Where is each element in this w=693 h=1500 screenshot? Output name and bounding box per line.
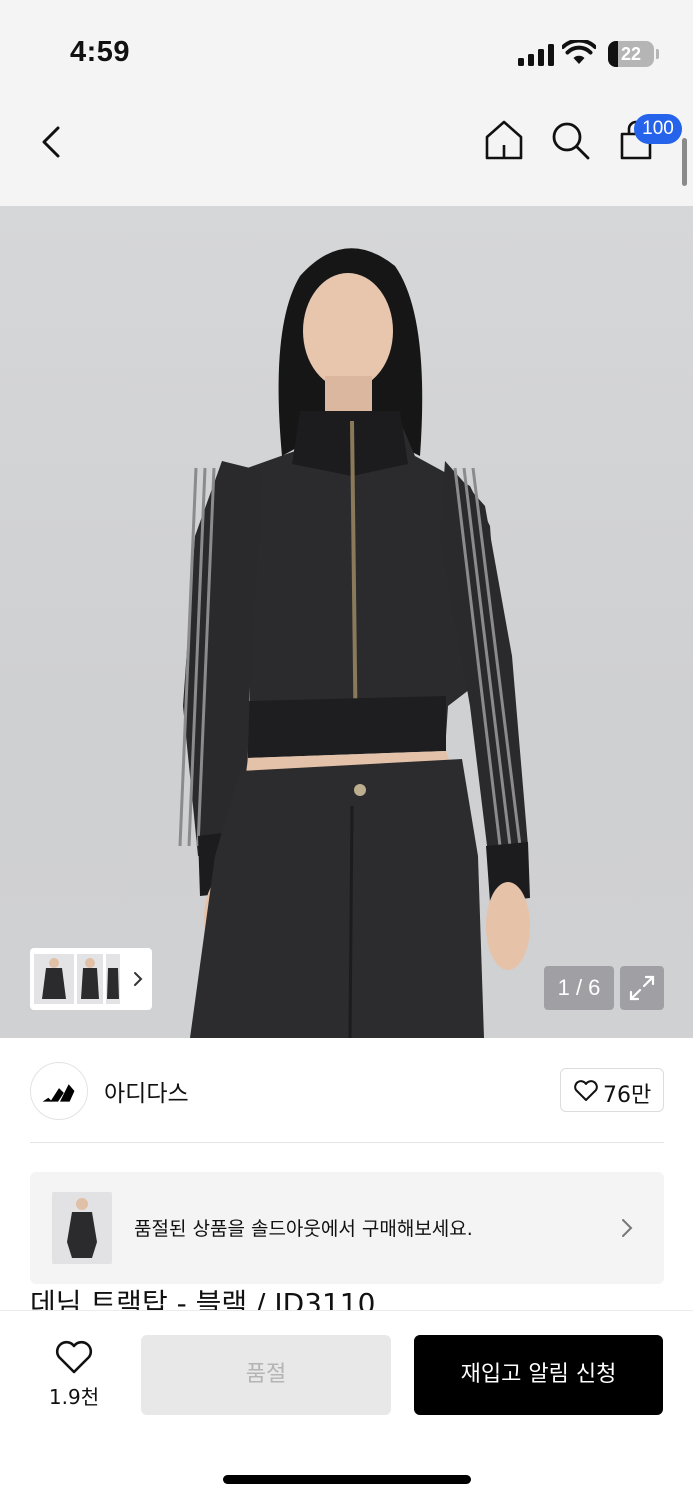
cellular-signal-icon (518, 44, 554, 66)
product-title: 데님 트랙탑 - 블랙 / JD3110 (30, 1287, 376, 1312)
home-button[interactable] (482, 118, 526, 162)
bottom-action-bar: 1.9천 품절 재입고 알림 신청 (0, 1310, 693, 1500)
home-indicator (223, 1475, 471, 1484)
status-bar: 4:59 22 (0, 0, 693, 100)
thumbnail-image[interactable] (34, 954, 74, 1004)
restock-alert-button[interactable]: 재입고 알림 신청 (414, 1335, 663, 1415)
status-time: 4:59 (70, 36, 131, 68)
soldout-banner[interactable]: 품절된 상품을 솔드아웃에서 구매해보세요. (30, 1172, 664, 1284)
back-button[interactable] (34, 120, 70, 164)
cart-count-badge: 100 (634, 114, 682, 144)
divider (30, 1142, 664, 1143)
brand-like-count: 76만 (603, 1083, 652, 1108)
brand-like-button[interactable]: 76만 (560, 1068, 664, 1112)
chevron-right-icon (622, 1219, 633, 1237)
thumbnail-image[interactable] (77, 954, 103, 1004)
product-image-gallery[interactable]: 1 / 6 (0, 206, 693, 1038)
chevron-right-icon[interactable] (130, 966, 146, 992)
thumbnail-image[interactable] (106, 954, 120, 1004)
banner-product-thumbnail (52, 1192, 112, 1264)
top-nav-bar: 100 (0, 100, 693, 206)
wishlist-button[interactable]: 1.9천 (34, 1337, 114, 1417)
thumbnail-strip[interactable] (30, 948, 152, 1010)
brand-logo[interactable] (30, 1062, 88, 1120)
brand-name[interactable]: 아디다스 (104, 1074, 189, 1108)
battery-icon: 22 (608, 41, 659, 67)
soldout-button: 품절 (141, 1335, 391, 1415)
battery-level: 22 (620, 44, 642, 64)
soldout-banner-text: 품절된 상품을 솔드아웃에서 구매해보세요. (134, 1218, 473, 1240)
image-page-counter: 1 / 6 (544, 966, 614, 1010)
wishlist-count: 1.9천 (48, 1385, 100, 1409)
heart-icon (574, 1080, 598, 1101)
heart-icon (55, 1340, 93, 1374)
product-photo (178, 248, 530, 1038)
search-button[interactable] (548, 118, 592, 162)
wifi-icon (562, 40, 596, 64)
scrollbar[interactable] (682, 138, 687, 186)
expand-icon[interactable] (620, 966, 664, 1010)
